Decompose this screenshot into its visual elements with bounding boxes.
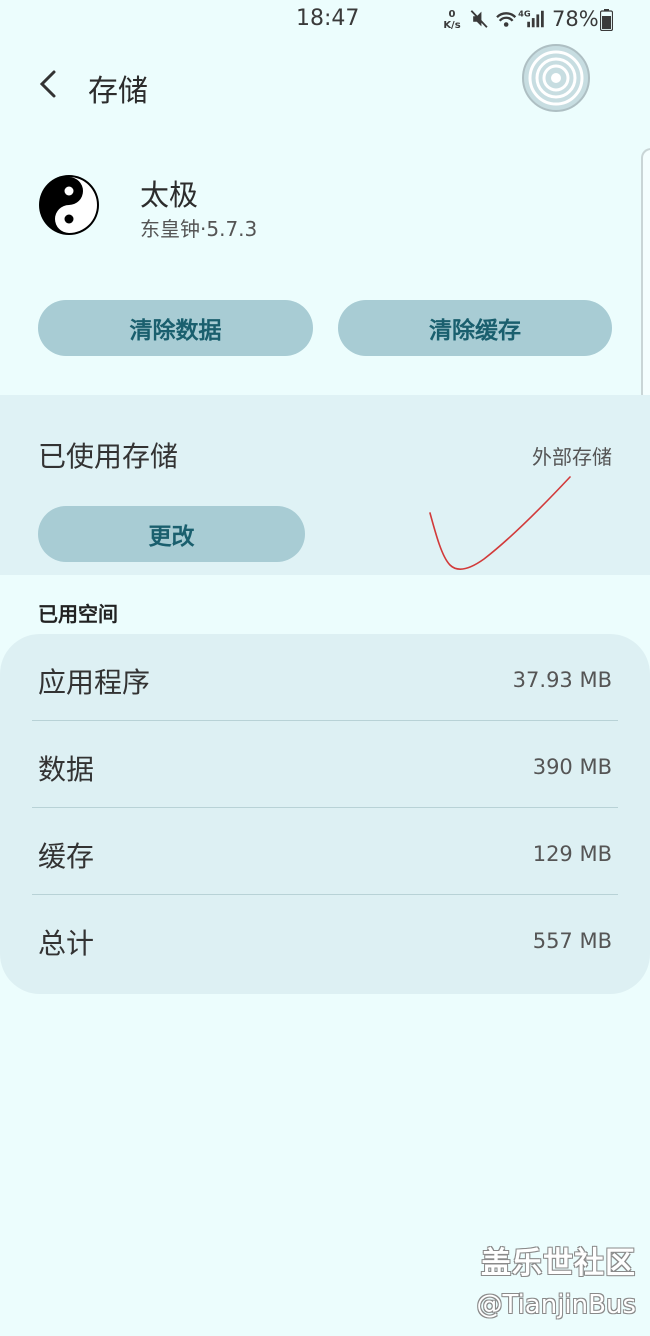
usage-label: 应用程序 bbox=[38, 666, 151, 699]
usage-row-data: 数据 390 MB bbox=[0, 721, 650, 808]
edge-panel-handle[interactable] bbox=[641, 148, 650, 404]
back-button[interactable] bbox=[30, 64, 70, 104]
floating-target-icon[interactable] bbox=[520, 42, 592, 114]
status-time: 18:47 bbox=[296, 6, 360, 31]
usage-row-app: 应用程序 37.93 MB bbox=[0, 634, 650, 721]
usage-value: 129 MB bbox=[532, 842, 612, 866]
battery-percent: 78% bbox=[552, 7, 599, 31]
status-bar: 18:47 0 K/s 4G 78% bbox=[0, 0, 650, 40]
space-used-header: 已用空间 bbox=[38, 602, 118, 626]
storage-used-label: 已使用存储 bbox=[38, 440, 179, 473]
network-speed-unit: K/s bbox=[443, 20, 461, 31]
app-version: 东皇钟·5.7.3 bbox=[140, 217, 258, 241]
watermark: 盖乐世社区 @TianjinBus bbox=[476, 1238, 636, 1320]
space-used-card: 应用程序 37.93 MB 数据 390 MB 缓存 129 MB 总计 557… bbox=[0, 634, 650, 994]
usage-row-total: 总计 557 MB bbox=[0, 895, 650, 982]
network-type: 4G bbox=[518, 8, 531, 18]
usage-row-cache: 缓存 129 MB bbox=[0, 808, 650, 895]
usage-value: 37.93 MB bbox=[512, 668, 612, 692]
change-storage-button[interactable]: 更改 bbox=[38, 506, 305, 562]
clear-data-button[interactable]: 清除数据 bbox=[38, 300, 313, 356]
clear-cache-button[interactable]: 清除缓存 bbox=[338, 300, 612, 356]
app-name: 太极 bbox=[140, 178, 199, 212]
watermark-community: 盖乐世社区 bbox=[481, 1246, 636, 1281]
page-title: 存储 bbox=[88, 74, 148, 109]
usage-value: 557 MB bbox=[532, 929, 612, 953]
checkmark-annotation bbox=[429, 476, 571, 571]
watermark-handle: @TianjinBus bbox=[476, 1290, 636, 1320]
network-speed-value: 0 bbox=[448, 9, 456, 20]
usage-label: 缓存 bbox=[38, 840, 95, 873]
wifi-icon bbox=[496, 12, 517, 27]
battery-icon bbox=[600, 9, 613, 31]
chevron-left-icon bbox=[39, 70, 56, 98]
yin-yang-icon bbox=[39, 175, 99, 235]
usage-label: 总计 bbox=[38, 927, 95, 960]
network-speed: 0 K/s bbox=[441, 9, 463, 31]
mute-icon bbox=[470, 10, 488, 28]
usage-label: 数据 bbox=[38, 753, 95, 786]
status-icons: 4G bbox=[470, 8, 544, 28]
usage-value: 390 MB bbox=[532, 755, 612, 779]
